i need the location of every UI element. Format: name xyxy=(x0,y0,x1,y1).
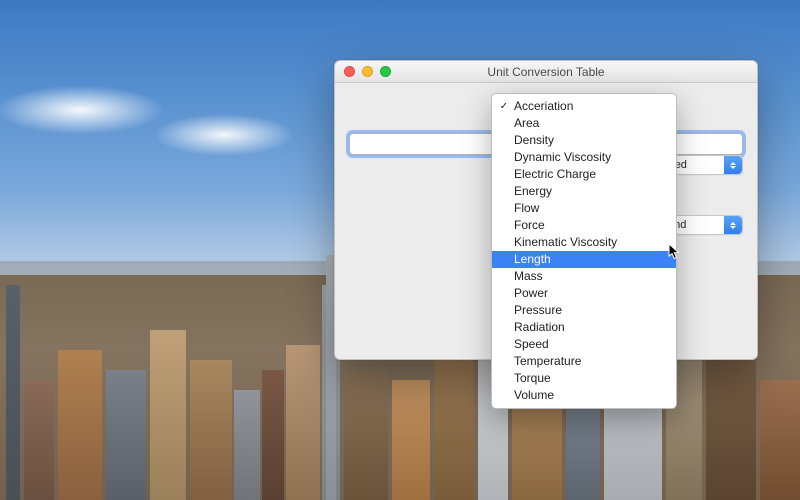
dropdown-item[interactable]: Dynamic Viscosity xyxy=(492,149,676,166)
updown-icon xyxy=(724,216,742,234)
dropdown-item[interactable]: Pressure xyxy=(492,302,676,319)
dropdown-item[interactable]: Torque xyxy=(492,370,676,387)
dropdown-item[interactable]: Power xyxy=(492,285,676,302)
dropdown-item[interactable]: Temperature xyxy=(492,353,676,370)
checkmark-icon: ✓ xyxy=(498,98,510,115)
app-window: Unit Conversion Table Acceriation d squa… xyxy=(334,60,758,360)
desktop-wallpaper: Unit Conversion Table Acceriation d squa… xyxy=(0,0,800,500)
updown-icon xyxy=(724,156,742,174)
dropdown-item[interactable]: Area xyxy=(492,115,676,132)
close-button[interactable] xyxy=(344,66,355,77)
dropdown-item[interactable]: Volume xyxy=(492,387,676,404)
dropdown-item[interactable]: Kinematic Viscosity xyxy=(492,234,676,251)
window-controls xyxy=(344,66,391,77)
zoom-button[interactable] xyxy=(380,66,391,77)
quantity-dropdown[interactable]: Acceriation✓AreaDensityDynamic Viscosity… xyxy=(491,93,677,409)
window-title: Unit Conversion Table xyxy=(335,65,757,79)
dropdown-item[interactable]: Radiation xyxy=(492,319,676,336)
dropdown-item[interactable]: Energy xyxy=(492,183,676,200)
dropdown-item[interactable]: Force xyxy=(492,217,676,234)
window-content: Acceriation d squared er second xyxy=(335,83,757,171)
dropdown-item[interactable]: Length xyxy=(492,251,676,268)
dropdown-item[interactable]: Mass xyxy=(492,268,676,285)
minimize-button[interactable] xyxy=(362,66,373,77)
dropdown-item[interactable]: Electric Charge xyxy=(492,166,676,183)
dropdown-item[interactable]: Density xyxy=(492,132,676,149)
dropdown-item[interactable]: Speed xyxy=(492,336,676,353)
dropdown-item[interactable]: Flow xyxy=(492,200,676,217)
dropdown-item[interactable]: Acceriation✓ xyxy=(492,98,676,115)
titlebar[interactable]: Unit Conversion Table xyxy=(335,61,757,83)
